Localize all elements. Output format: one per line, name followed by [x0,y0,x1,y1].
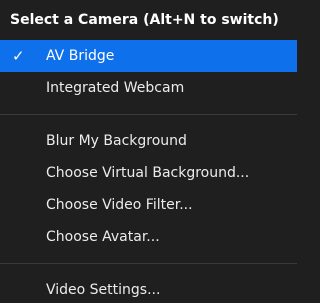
menu-item-label: Choose Avatar... [46,229,160,245]
menu-item-label: Blur My Background [46,133,187,149]
menu-item-video-filter[interactable]: Choose Video Filter... [0,189,297,221]
checkmark-icon: ✓ [12,47,25,65]
menu-header: Select a Camera (Alt+N to switch) [10,12,279,28]
camera-context-menu: Select a Camera (Alt+N to switch) ✓ AV B… [0,0,297,303]
menu-item-blur-background[interactable]: Blur My Background [0,125,297,157]
menu-item-virtual-background[interactable]: Choose Virtual Background... [0,157,297,189]
menu-item-label: Integrated Webcam [46,80,185,96]
menu-item-label: Choose Video Filter... [46,197,193,213]
menu-item-integrated-webcam[interactable]: Integrated Webcam [0,72,297,104]
menu-item-label: AV Bridge [46,48,115,64]
menu-divider [0,114,297,115]
menu-item-label: Video Settings... [46,282,161,298]
menu-item-avatar[interactable]: Choose Avatar... [0,221,297,253]
menu-divider [0,263,297,264]
menu-item-video-settings[interactable]: Video Settings... [0,274,297,303]
menu-item-av-bridge[interactable]: ✓ AV Bridge [0,40,297,72]
menu-item-label: Choose Virtual Background... [46,165,250,181]
